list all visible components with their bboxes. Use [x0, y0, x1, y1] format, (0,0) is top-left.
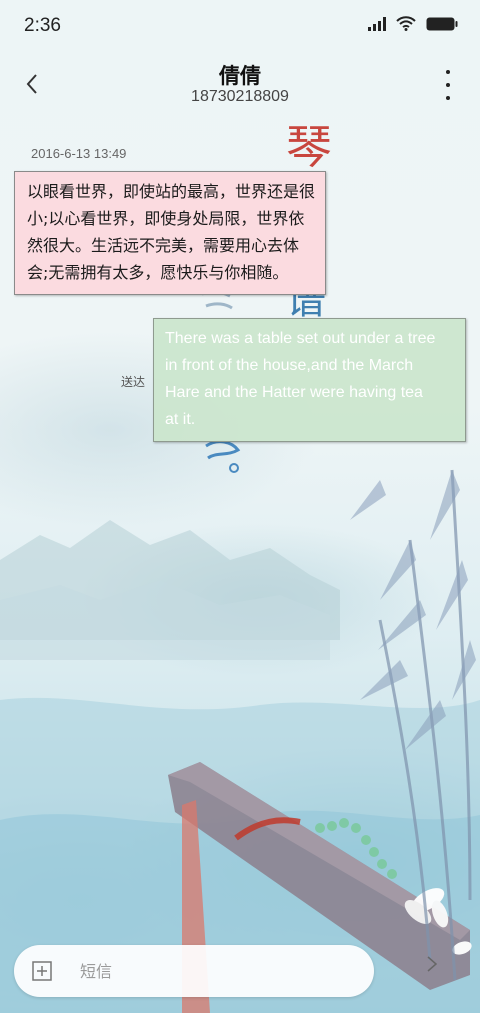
message-timestamp: 2016-6-13 13:49 [31, 146, 127, 161]
battery-icon [426, 17, 458, 30]
incoming-message-bubble[interactable]: 以眼看世界，即使站的最高，世界还是很 小;以心看世界，即使身处局限，世界依 然很… [14, 171, 326, 295]
delivery-status: 送达 [121, 375, 146, 389]
more-options-button[interactable] [442, 70, 454, 100]
contact-name: 倩倩 [219, 64, 261, 88]
calligraphy-character-qin: 琴 [286, 120, 332, 174]
more-vertical-icon [446, 83, 450, 87]
status-icons [368, 16, 458, 31]
signal-icon [368, 16, 386, 31]
message-line: 会;无需拥有太多，愿快乐与你相随。 [27, 263, 289, 282]
outgoing-message-bubble[interactable]: There was a table set out under a tree i… [153, 318, 466, 442]
conversation-header: 倩倩 18730218809 [0, 52, 480, 116]
wifi-icon [396, 16, 416, 31]
status-time: 2:36 [24, 15, 61, 36]
add-attachment-button[interactable] [32, 961, 52, 981]
message-line: at it. [165, 411, 196, 428]
message-line: 小;以心看世界，即使身处局限，世界依 [27, 209, 305, 228]
contact-number: 18730218809 [191, 88, 289, 105]
more-vertical-icon [446, 70, 450, 74]
message-line: There was a table set out under a tree [165, 330, 436, 347]
message-line: in front of the house,and the March [165, 357, 414, 374]
send-arrow-icon [427, 956, 438, 972]
message-input[interactable] [78, 955, 362, 987]
message-line: 然很大。生活远不完美，需要用心去体 [27, 236, 300, 255]
status-bar: 2:36 [0, 0, 480, 52]
message-composer [14, 945, 374, 997]
add-attachment-icon [32, 961, 52, 981]
message-line: 以眼看世界，即使站的最高，世界还是很 [27, 182, 316, 201]
send-button[interactable] [416, 948, 448, 980]
more-vertical-icon [446, 96, 450, 100]
message-line: Hare and the Hatter were having tea [165, 384, 423, 401]
